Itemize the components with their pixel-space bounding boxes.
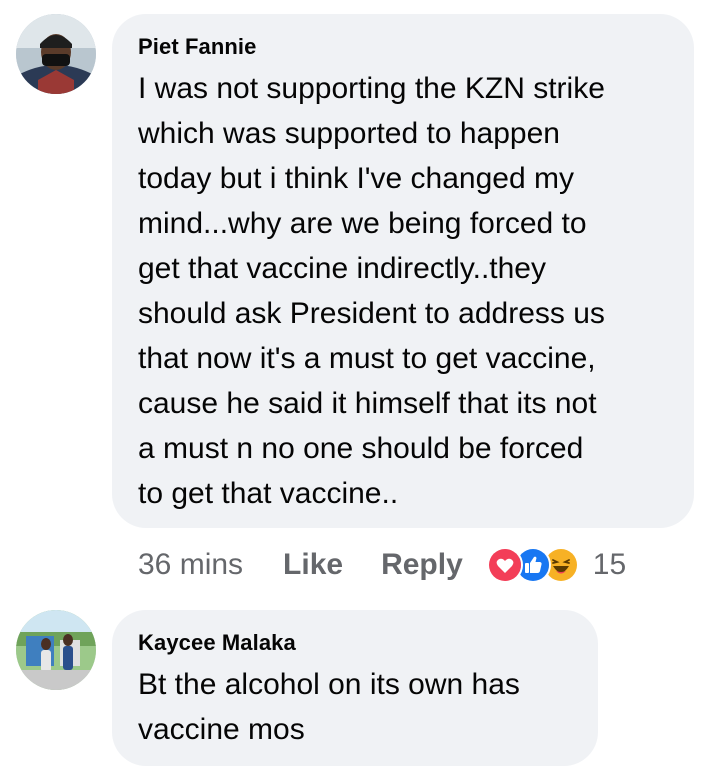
comment-author[interactable]: Kaycee Malaka <box>138 630 572 656</box>
avatar[interactable] <box>16 14 96 94</box>
comment-bubble: Piet Fannie I was not supporting the KZN… <box>112 14 694 528</box>
user-avatar-icon <box>16 14 96 94</box>
user-avatar-icon <box>16 610 96 690</box>
comment-actions: 36 mins Like Reply 15 <box>138 544 626 586</box>
comment-text: I was not supporting the KZN strike whic… <box>138 72 605 510</box>
comment-bubble: Kaycee Malaka Bt the alcohol on its own … <box>112 610 598 766</box>
reactions-summary[interactable] <box>486 547 579 583</box>
comment-timestamp[interactable]: 36 mins <box>138 548 243 582</box>
comment-author[interactable]: Piet Fannie <box>138 34 668 60</box>
avatar[interactable] <box>16 610 96 690</box>
reaction-count[interactable]: 15 <box>593 548 626 582</box>
comment-text: Bt the alcohol on its own has vaccine mo… <box>138 668 520 746</box>
love-reaction-icon <box>486 547 523 583</box>
reply-button[interactable]: Reply <box>381 548 463 582</box>
like-button[interactable]: Like <box>283 548 343 582</box>
